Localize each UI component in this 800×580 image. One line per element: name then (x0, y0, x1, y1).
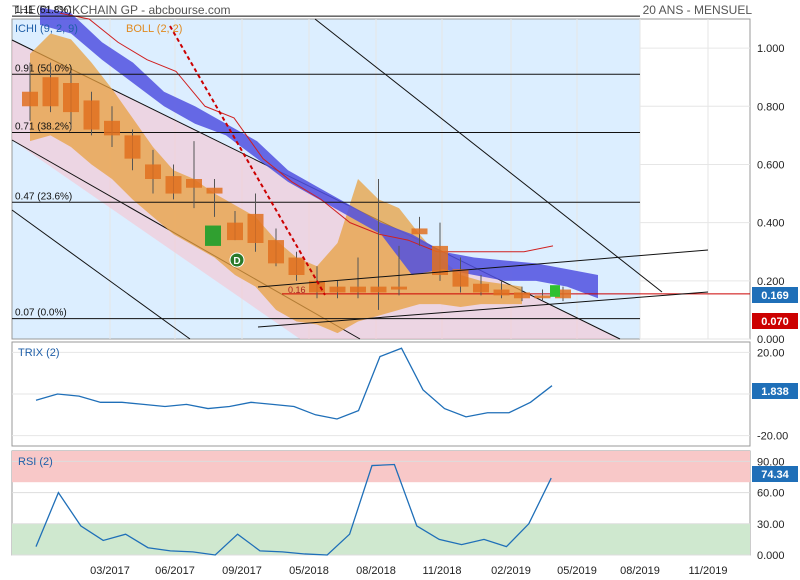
candle-body (42, 77, 59, 107)
candle-body (370, 286, 387, 293)
price-y-tick-label: 0.000 (757, 334, 785, 346)
candle-body (329, 286, 346, 293)
fib-label: 0.71 (38.2%) (15, 121, 72, 132)
rsi-panel: 90.0060.0030.000.000 RSI (2) 74.34 (11, 450, 798, 562)
candle-body (124, 135, 141, 159)
trix-title: TRIX (2) (18, 347, 60, 359)
trix-last-value: 1.838 (761, 386, 789, 398)
candle-body (288, 257, 305, 275)
candle-body (104, 120, 120, 136)
rsi-last-value: 74.34 (761, 469, 789, 481)
rsi-y-tick-label: 60.00 (757, 488, 785, 500)
rsi-value-tag: 74.34 (752, 466, 798, 482)
d-marker: D (229, 252, 245, 268)
chart-period: 20 ANS - MENSUEL (643, 3, 753, 17)
candle-body (165, 176, 182, 194)
candle-body (473, 283, 489, 293)
price-y-tick-label: 0.400 (757, 218, 785, 230)
rsi-title: RSI (2) (18, 456, 53, 468)
x-axis-ticks: 03/2017 06/2017 09/2017 05/2018 08/2018 11/20… (90, 565, 727, 577)
price-y-tick-label: 1.000 (757, 43, 785, 55)
candle-body (63, 83, 79, 113)
price-y-tick-label: 0.800 (757, 101, 785, 113)
candle-body (83, 100, 100, 130)
x-tick-label: 03/2017 (90, 565, 130, 577)
low-level-value: 0.070 (761, 316, 789, 328)
candle-body (22, 91, 38, 107)
trix-y-tick-label: -20.00 (757, 431, 788, 443)
x-tick-label: 06/2017 (155, 565, 195, 577)
green-candle-last (550, 285, 560, 297)
candle-body (514, 292, 530, 299)
candle-body (432, 245, 448, 275)
d-marker-label: D (233, 256, 240, 267)
x-tick-label: 05/2019 (557, 565, 597, 577)
candle-body (145, 164, 161, 179)
candle-body (186, 179, 202, 188)
fib-label: 0.07 (0.0%) (15, 308, 67, 319)
fib-label: 0.91 (50.0%) (15, 63, 72, 74)
x-tick-label: 09/2017 (222, 565, 262, 577)
ichimoku-legend: ICHI (9, 2, 9) (15, 23, 78, 35)
candle-body (350, 286, 366, 293)
candle-body (206, 187, 223, 194)
candle-body (391, 286, 407, 290)
last-price-tag: 0.169 (752, 287, 798, 303)
candle-body (534, 295, 551, 299)
line-label: 0.16 (288, 285, 306, 295)
x-tick-label: 08/2019 (620, 565, 660, 577)
x-tick-label: 02/2019 (491, 565, 531, 577)
green-candle (205, 225, 221, 246)
candle-body (268, 240, 284, 264)
fib-label: 0.47 (23.6%) (15, 191, 72, 202)
trix-y-tick-label: 20.00 (757, 347, 785, 359)
rsi-y-tick-label: 0.000 (757, 550, 785, 562)
fib-label: 1.11 (61.8%) (15, 5, 72, 16)
price-bg-right (640, 19, 750, 339)
x-tick-label: 11/2019 (689, 565, 728, 577)
rsi-y-tick-label: 30.00 (757, 519, 785, 531)
candle-body (452, 269, 469, 287)
x-tick-label: 05/2018 (289, 565, 329, 577)
candle-body (411, 228, 428, 235)
chart-canvas: THE BLOCKCHAIN GP - abcbourse.com 20 ANS… (11, 3, 798, 577)
candle-body (493, 289, 510, 296)
x-tick-label: 08/2018 (356, 565, 396, 577)
candle-body (247, 213, 264, 243)
rsi-oversold-band (12, 523, 750, 555)
low-level-tag: 0.070 (752, 313, 798, 329)
price-y-tick-label: 0.200 (757, 276, 785, 288)
price-y-tick-label: 0.600 (757, 159, 785, 171)
trix-value-tag: 1.838 (752, 383, 798, 399)
candle-body (227, 222, 243, 241)
last-price-value: 0.169 (761, 290, 789, 302)
rsi-overbought-band (12, 451, 750, 483)
x-tick-label: 11/2018 (423, 565, 462, 577)
boll-legend: BOLL (2, 2) (126, 23, 182, 35)
trix-panel: 20.000.000-20.00 TRIX (2) 1.838 (11, 341, 798, 447)
